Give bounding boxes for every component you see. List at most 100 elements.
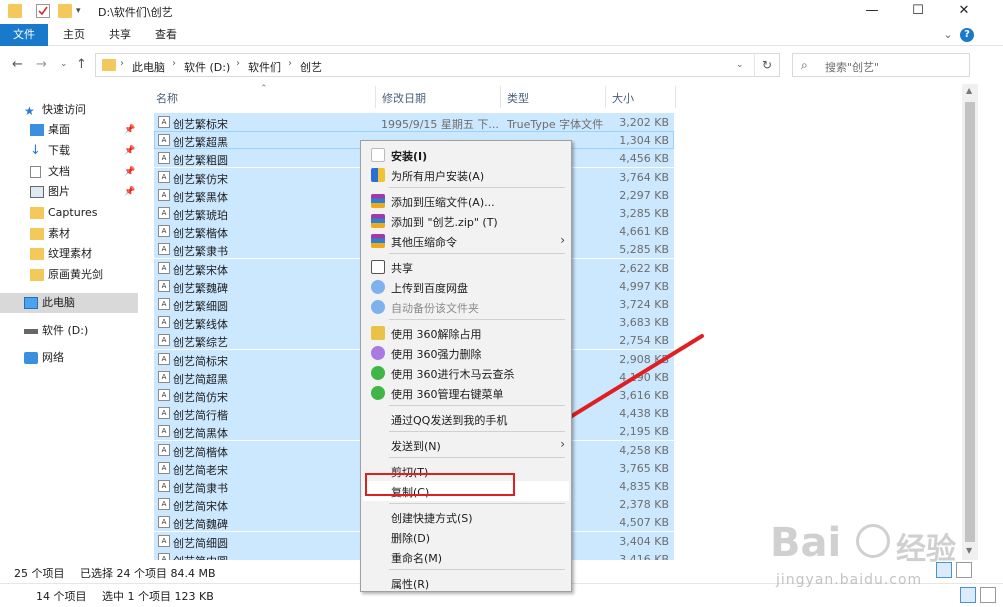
- nav-documents[interactable]: 文档 📌: [0, 162, 138, 182]
- breadcrumb-separator-icon[interactable]: ›: [120, 58, 124, 69]
- selection-info: 已选择 24 个项目 84.4 MB: [80, 567, 216, 580]
- menu-item[interactable]: 共享: [363, 257, 569, 277]
- ribbon-expand-icon[interactable]: ⌄: [938, 24, 958, 46]
- nav-label: 素材: [48, 227, 70, 240]
- menu-item[interactable]: 属性(R): [363, 573, 569, 593]
- file-name: 创艺繁宋体: [173, 263, 228, 277]
- file-size: 4,661 KB: [619, 225, 669, 239]
- breadcrumb-separator-icon[interactable]: ›: [172, 58, 176, 69]
- column-header-date[interactable]: 修改日期: [382, 90, 426, 106]
- back-icon[interactable]: ←: [12, 57, 23, 72]
- address-bar[interactable]: › 此电脑 › 软件 (D:) › 软件们 › 创艺 ⌄: [95, 53, 780, 77]
- nav-pictures[interactable]: 图片 📌: [0, 182, 138, 202]
- column-divider[interactable]: [605, 86, 606, 108]
- breadcrumb-separator-icon[interactable]: ›: [236, 58, 240, 69]
- pin-icon[interactable]: 📌: [124, 162, 135, 182]
- shield-icon: [371, 168, 385, 182]
- column-divider[interactable]: [375, 86, 376, 108]
- submenu-arrow-icon: ›: [560, 233, 565, 247]
- unlock-360-icon: [371, 326, 385, 340]
- tab-view[interactable]: 查看: [144, 24, 188, 46]
- forward-icon[interactable]: →: [36, 57, 47, 72]
- ribbon-tabs: 文件 主页 共享 查看 ⌄ ?: [0, 24, 1003, 46]
- breadcrumb-chuangyi[interactable]: 创艺: [300, 59, 322, 75]
- scroll-up-icon[interactable]: ▲: [966, 86, 972, 95]
- menu-item[interactable]: 发送到(N) ›: [363, 435, 569, 455]
- maximize-button[interactable]: ☐: [895, 0, 941, 24]
- column-header-size[interactable]: 大小: [612, 90, 634, 106]
- nav-label: 网络: [42, 351, 64, 364]
- breadcrumb-software[interactable]: 软件们: [248, 59, 281, 75]
- menu-item[interactable]: 上传到百度网盘: [363, 277, 569, 297]
- submenu-arrow-icon: ›: [560, 437, 565, 451]
- menu-item-label: 使用 360管理右键菜单: [391, 388, 504, 401]
- nav-yuanhua[interactable]: 原画黄光剑: [0, 265, 138, 285]
- address-dropdown-icon[interactable]: ⌄: [736, 60, 744, 70]
- font-file-icon: A: [158, 389, 170, 401]
- nav-label: 此电脑: [42, 296, 75, 309]
- pin-icon[interactable]: 📌: [124, 120, 135, 140]
- tab-file[interactable]: 文件: [0, 24, 48, 46]
- minimize-button[interactable]: —: [849, 0, 895, 24]
- folder-icon: [30, 207, 44, 219]
- menu-item[interactable]: 为所有用户安装(A): [363, 165, 569, 185]
- breadcrumb-separator-icon[interactable]: ›: [288, 58, 292, 69]
- nav-quick-access[interactable]: ★ 快速访问: [0, 100, 138, 120]
- nav-drive-d[interactable]: 软件 (D:): [0, 321, 138, 341]
- breadcrumb-this-pc[interactable]: 此电脑: [132, 59, 165, 75]
- pin-icon[interactable]: 📌: [124, 182, 135, 202]
- folder-icon: [8, 4, 22, 18]
- nav-network[interactable]: 网络: [0, 348, 138, 368]
- menu-item[interactable]: 添加到 "创艺.zip" (T): [363, 211, 569, 231]
- new-folder-icon[interactable]: [58, 4, 72, 18]
- breadcrumb-drive-d[interactable]: 软件 (D:): [184, 59, 230, 75]
- menu-item[interactable]: 其他压缩命令 ›: [363, 231, 569, 251]
- refresh-icon[interactable]: ↻: [754, 53, 780, 77]
- font-file-icon: A: [158, 261, 170, 274]
- table-row[interactable]: A 创艺繁标宋 1995/9/15 星期五 下... TrueType 字体文件 3,2…: [154, 113, 674, 131]
- scrollbar-thumb[interactable]: [965, 102, 975, 542]
- column-header-name[interactable]: 名称: [156, 90, 178, 106]
- menu-item[interactable]: 安装(I): [363, 145, 569, 165]
- menu-item[interactable]: 通过QQ发送到我的手机: [363, 409, 569, 429]
- menu-item[interactable]: 使用 360管理右键菜单: [363, 383, 569, 403]
- help-icon[interactable]: ?: [960, 28, 974, 42]
- tab-home[interactable]: 主页: [52, 24, 96, 46]
- file-name: 创艺简中圆: [173, 553, 228, 560]
- menu-item[interactable]: 使用 360进行木马云查杀: [363, 363, 569, 383]
- vertical-scrollbar[interactable]: ▲ ▼: [962, 84, 978, 560]
- column-divider[interactable]: [675, 86, 676, 108]
- tab-share[interactable]: 共享: [98, 24, 142, 46]
- menu-item-label: 共享: [391, 262, 413, 275]
- close-button[interactable]: ✕: [941, 0, 987, 24]
- nav-desktop[interactable]: 桌面 📌: [0, 120, 138, 140]
- recent-locations-icon[interactable]: ⌄: [60, 59, 68, 69]
- menu-separator: [389, 187, 565, 188]
- share-icon: [371, 260, 385, 274]
- nav-texture[interactable]: 纹理素材: [0, 244, 138, 264]
- nav-sucai[interactable]: 素材: [0, 224, 138, 244]
- menu-item[interactable]: 使用 360强力删除: [363, 343, 569, 363]
- nav-captures[interactable]: Captures: [0, 203, 138, 223]
- menu-item[interactable]: 重命名(M): [363, 547, 569, 567]
- nav-label: 原画黄光剑: [48, 268, 103, 281]
- nav-downloads[interactable]: ↓ 下载 📌: [0, 141, 138, 161]
- title-bar: ▾ D:\软件们\创艺 — ☐ ✕: [0, 0, 1003, 24]
- menu-item[interactable]: 创建快捷方式(S): [363, 507, 569, 527]
- nav-this-pc[interactable]: 此电脑: [0, 293, 138, 313]
- menu-item[interactable]: 删除(D): [363, 527, 569, 547]
- customize-quick-access-icon[interactable]: ▾: [76, 6, 90, 20]
- search-input[interactable]: ⌕ 搜索"创艺": [792, 53, 970, 77]
- item-count-secondary: 14 个项目: [36, 590, 87, 603]
- menu-item[interactable]: 使用 360解除占用: [363, 323, 569, 343]
- properties-icon[interactable]: [36, 4, 50, 18]
- baidu-jingyan-watermark: Bai 经验 jingyan.baidu.com: [760, 510, 1000, 600]
- up-icon[interactable]: ↑: [76, 57, 87, 72]
- column-divider[interactable]: [500, 86, 501, 108]
- menu-item[interactable]: 添加到压缩文件(A)...: [363, 191, 569, 211]
- file-name: 创艺繁综艺: [173, 336, 228, 350]
- search-placeholder: 搜索"创艺": [825, 61, 880, 74]
- pin-icon[interactable]: 📌: [124, 141, 135, 161]
- file-name: 创艺繁仿宋: [173, 172, 228, 186]
- column-header-type[interactable]: 类型: [507, 90, 529, 106]
